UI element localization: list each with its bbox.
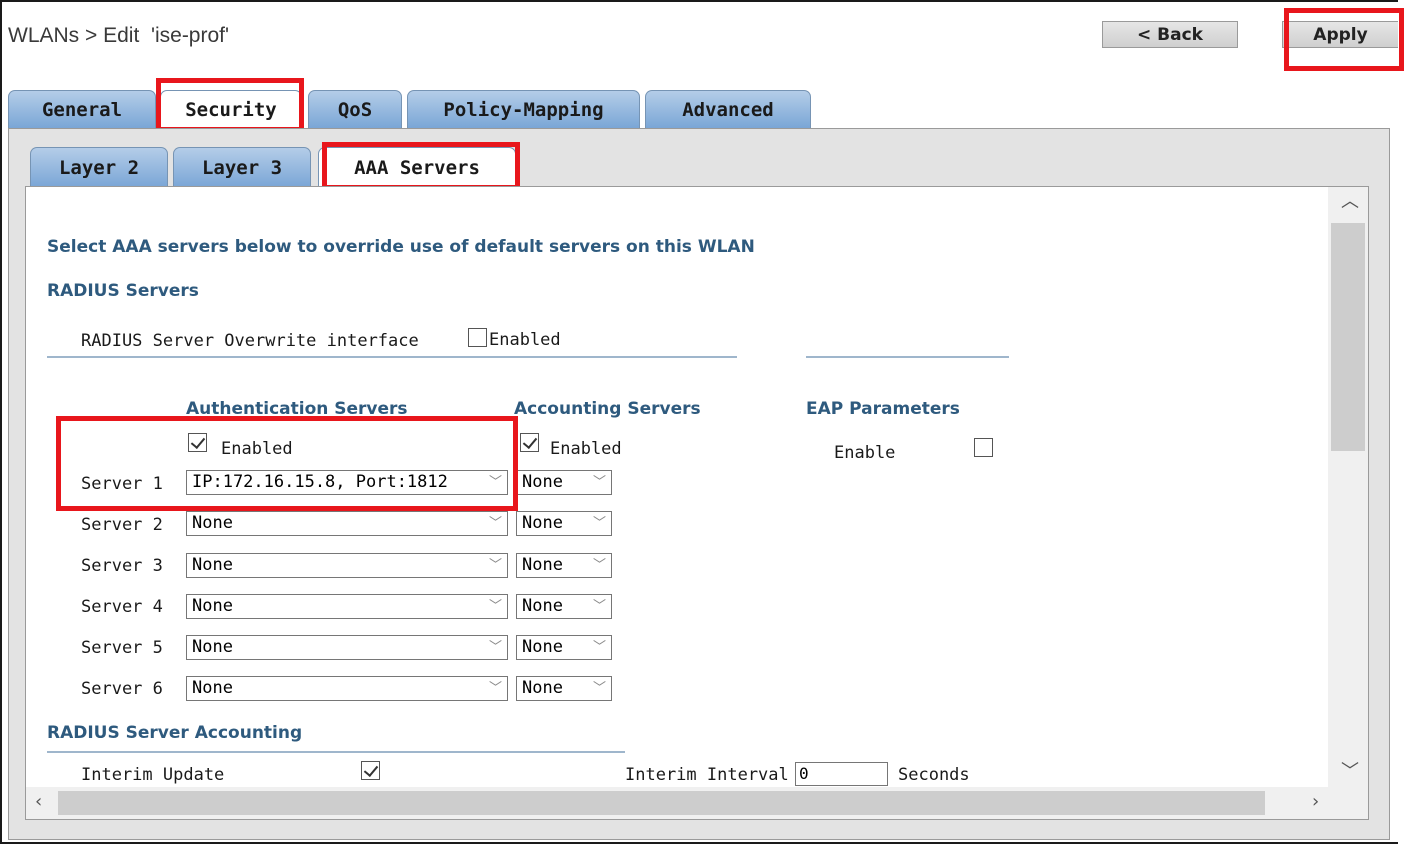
- server-5-acct-select[interactable]: None ﹀: [516, 635, 612, 660]
- horizontal-scroll-thumb[interactable]: [58, 791, 1265, 815]
- page-title: WLANs > Edit 'ise-prof': [8, 24, 230, 47]
- scroll-down-icon[interactable]: ﹀: [1341, 763, 1359, 781]
- interim-update-label: Interim Update: [81, 765, 225, 785]
- interim-interval-label: Interim Interval: [625, 765, 789, 785]
- server-4-label: Server 4: [81, 597, 163, 617]
- server-3-acct-select[interactable]: None ﹀: [516, 553, 612, 578]
- tab-advanced[interactable]: Advanced: [645, 90, 811, 128]
- divider: [47, 356, 737, 358]
- chevron-down-icon: ﹀: [488, 640, 502, 655]
- tab-security[interactable]: Security: [160, 90, 302, 129]
- server-1-label: Server 1: [81, 474, 163, 494]
- divider: [47, 751, 625, 753]
- eap-parameters-heading: EAP Parameters: [806, 399, 960, 419]
- overwrite-enabled-label: Enabled: [489, 330, 561, 350]
- server-5-auth-value: None: [192, 637, 233, 657]
- server-4-acct-select[interactable]: None ﹀: [516, 594, 612, 619]
- aaa-servers-panel: Select AAA servers below to override use…: [25, 186, 1369, 820]
- tab-general[interactable]: General: [8, 90, 156, 128]
- server-6-label: Server 6: [81, 679, 163, 699]
- server-3-auth-select[interactable]: None ﹀: [186, 553, 508, 578]
- radius-accounting-heading: RADIUS Server Accounting: [47, 723, 303, 743]
- auth-servers-heading: Authentication Servers: [186, 399, 408, 419]
- tab-qos[interactable]: QoS: [308, 90, 402, 128]
- server-1-acct-value: None: [522, 472, 563, 492]
- scroll-right-icon[interactable]: ›: [1312, 793, 1319, 811]
- chevron-down-icon: ﹀: [592, 599, 606, 614]
- server-1-auth-select[interactable]: IP:172.16.15.8, Port:1812 ﹀: [186, 470, 508, 495]
- auth-enabled-label: Enabled: [221, 439, 293, 459]
- chevron-down-icon: ﹀: [488, 558, 502, 573]
- server-1-acct-select[interactable]: None ﹀: [516, 470, 612, 495]
- server-3-label: Server 3: [81, 556, 163, 576]
- server-5-acct-value: None: [522, 637, 563, 657]
- auth-enabled-checkbox[interactable]: [188, 433, 207, 452]
- acct-enabled-checkbox[interactable]: [520, 433, 539, 452]
- server-4-auth-select[interactable]: None ﹀: [186, 594, 508, 619]
- chevron-down-icon: ﹀: [488, 681, 502, 696]
- server-5-label: Server 5: [81, 638, 163, 658]
- scroll-up-icon[interactable]: ︿: [1341, 193, 1359, 211]
- eap-enable-label: Enable: [834, 443, 896, 463]
- acct-enabled-label: Enabled: [550, 439, 622, 459]
- chevron-down-icon: ﹀: [592, 475, 606, 490]
- back-button[interactable]: < Back: [1102, 21, 1238, 48]
- tab-policy-mapping[interactable]: Policy-Mapping: [407, 90, 640, 128]
- chevron-down-icon: ﹀: [592, 681, 606, 696]
- server-6-acct-value: None: [522, 678, 563, 698]
- divider: [806, 356, 1009, 358]
- scrollbar-corner: [1328, 787, 1368, 819]
- chevron-down-icon: ﹀: [592, 558, 606, 573]
- server-5-auth-select[interactable]: None ﹀: [186, 635, 508, 660]
- server-2-acct-value: None: [522, 513, 563, 533]
- server-6-auth-select[interactable]: None ﹀: [186, 676, 508, 701]
- scroll-left-icon[interactable]: ‹: [35, 793, 42, 811]
- server-2-label: Server 2: [81, 515, 163, 535]
- subtab-layer-2[interactable]: Layer 2: [30, 147, 168, 187]
- subtab-layer-3[interactable]: Layer 3: [173, 147, 311, 187]
- intro-text: Select AAA servers below to override use…: [47, 237, 755, 257]
- server-3-acct-value: None: [522, 555, 563, 575]
- server-6-auth-value: None: [192, 678, 233, 698]
- subtab-aaa-servers[interactable]: AAA Servers: [318, 147, 516, 188]
- radius-servers-heading: RADIUS Servers: [47, 281, 199, 301]
- server-4-acct-value: None: [522, 596, 563, 616]
- overwrite-interface-label: RADIUS Server Overwrite interface: [81, 331, 419, 351]
- chevron-down-icon: ﹀: [488, 516, 502, 531]
- seconds-label: Seconds: [898, 765, 970, 785]
- server-6-acct-select[interactable]: None ﹀: [516, 676, 612, 701]
- chevron-down-icon: ﹀: [592, 516, 606, 531]
- overwrite-interface-checkbox[interactable]: [468, 328, 487, 347]
- eap-enable-checkbox[interactable]: [974, 438, 993, 457]
- apply-button[interactable]: Apply: [1282, 21, 1398, 48]
- server-2-acct-select[interactable]: None ﹀: [516, 511, 612, 536]
- chevron-down-icon: ﹀: [488, 475, 502, 490]
- chevron-down-icon: ﹀: [488, 599, 502, 614]
- vertical-scroll-thumb[interactable]: [1331, 223, 1365, 451]
- server-4-auth-value: None: [192, 596, 233, 616]
- server-1-auth-value: IP:172.16.15.8, Port:1812: [192, 472, 448, 492]
- server-2-auth-select[interactable]: None ﹀: [186, 511, 508, 536]
- interim-interval-input[interactable]: 0: [795, 762, 888, 786]
- acct-servers-heading: Accounting Servers: [514, 399, 701, 419]
- horizontal-scrollbar[interactable]: ‹ ›: [26, 787, 1328, 819]
- server-2-auth-value: None: [192, 513, 233, 533]
- chevron-down-icon: ﹀: [592, 640, 606, 655]
- server-3-auth-value: None: [192, 555, 233, 575]
- interim-update-checkbox[interactable]: [361, 761, 380, 780]
- vertical-scrollbar[interactable]: ︿ ﹀: [1328, 187, 1368, 787]
